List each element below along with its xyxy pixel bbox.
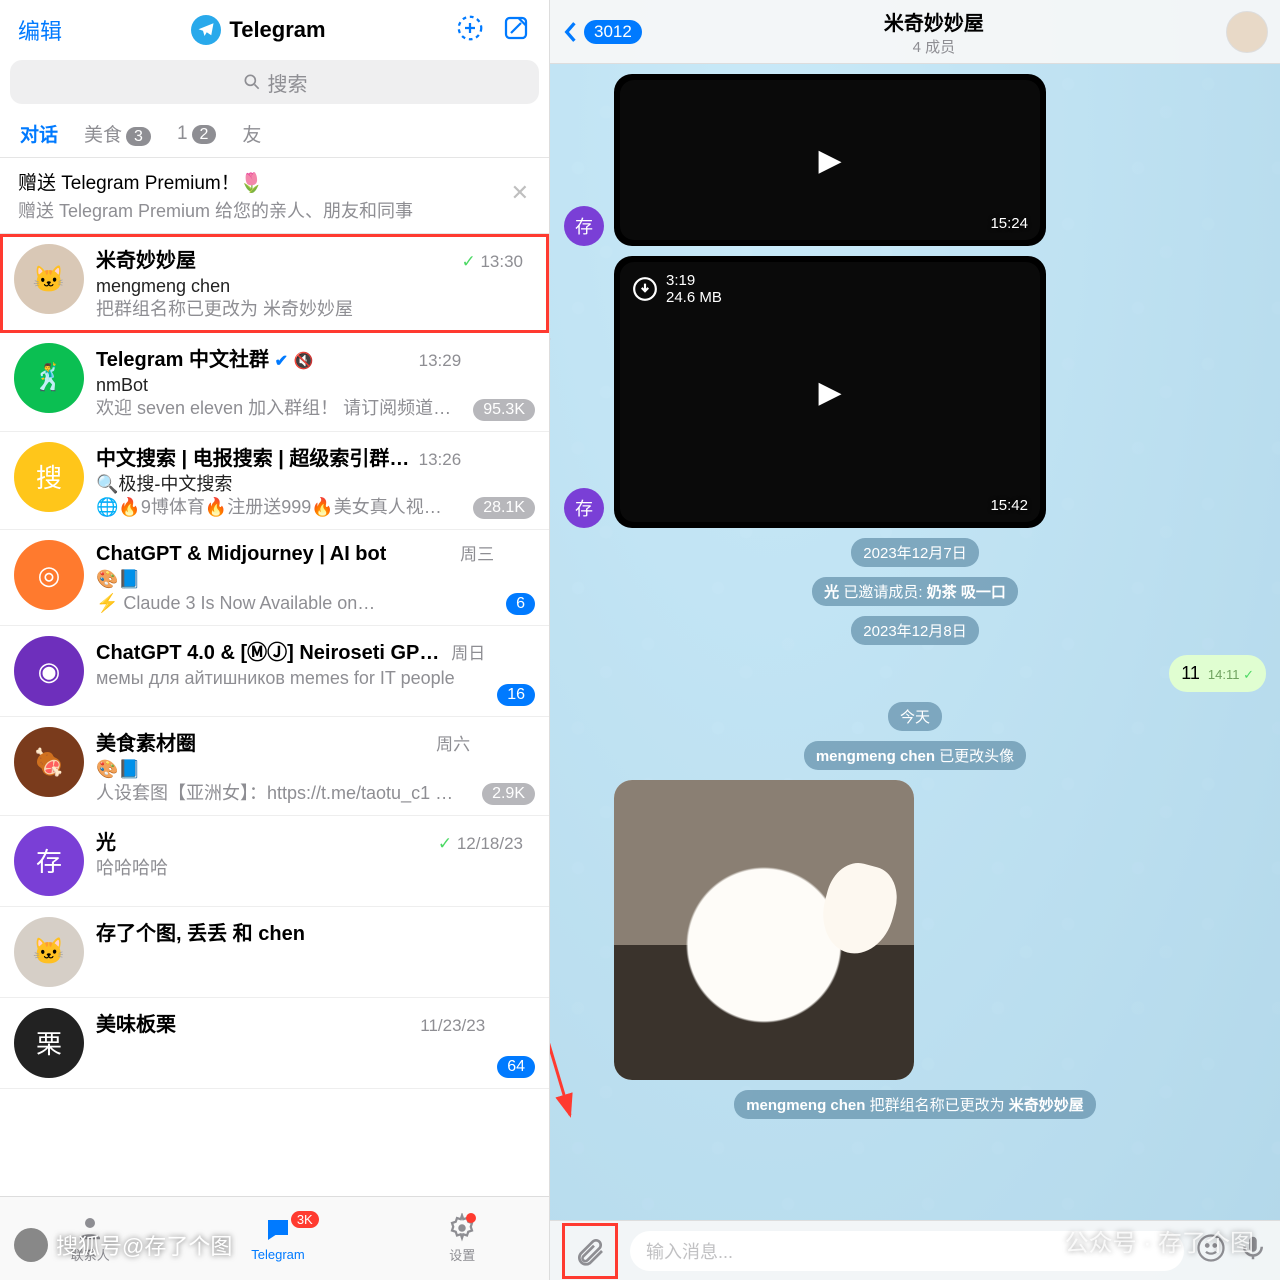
chat-row[interactable]: 🐱米奇妙妙屋✓ 13:30mengmeng chen 把群组名称已更改为 米奇妙… [0,234,549,333]
watermark-left: 搜狐号@存了个图 [14,1228,232,1262]
edit-button[interactable]: 编辑 [18,14,62,46]
avatar: 🍖 [14,727,84,797]
chat-list: 🐱米奇妙妙屋✓ 13:30mengmeng chen 把群组名称已更改为 米奇妙… [0,234,549,1196]
avatar: ◎ [14,540,84,610]
chat-row[interactable]: 🕺Telegram 中文社群 ✔︎ 🔇13:29nmBot欢迎 seven el… [0,333,549,432]
chat-title: 米奇妙妙屋 [650,7,1218,36]
chat-avatar[interactable] [1226,11,1268,53]
photo-message[interactable] [614,780,914,1080]
avatar: 🐱 [14,244,84,314]
chat-row[interactable]: 栗美味板栗11/23/2364 [0,998,549,1089]
chat-title-button[interactable]: 米奇妙妙屋 4 成员 [650,7,1218,57]
tab-settings[interactable]: 设置 [446,1213,478,1264]
promo-subtitle: 赠送 Telegram Premium 给您的亲人、朋友和同事 [18,197,487,223]
avatar: 搜 [14,442,84,512]
search-placeholder: 搜索 [268,68,308,97]
chat-subtitle: 4 成员 [650,36,1218,57]
folder-tab-1[interactable]: 12 [177,123,216,145]
unread-badge: 3K [291,1211,319,1228]
conversation-pane: 3012 米奇妙妙屋 4 成员 存 ▶15:24 存 [550,0,1280,1280]
promo-title: 赠送 Telegram Premium！🌷 [18,168,487,195]
avatar: 存 [14,826,84,896]
chat-row[interactable]: 搜中文搜索 | 电报搜索 | 超级索引群 🔇13:26🔍极搜-中文搜索🌐🔥9博体… [0,432,549,531]
compose-icon[interactable] [501,13,531,48]
attach-button[interactable] [562,1223,618,1279]
watermark-right: 公众号 · 存了个图 [1025,1223,1254,1258]
conversation-header: 3012 米奇妙妙屋 4 成员 [550,0,1280,64]
folder-tab-friends[interactable]: 友 [242,120,261,147]
date-separator: 今天 [888,702,942,731]
chat-row[interactable]: 存光✓ 12/18/23哈哈哈哈 [0,816,549,907]
premium-promo[interactable]: 赠送 Telegram Premium！🌷 赠送 Telegram Premiu… [0,158,549,234]
chat-list-pane: 编辑 Telegram 搜索 对话 [0,0,550,1280]
folder-tabs: 对话 美食3 12 友 [0,112,549,158]
chat-row[interactable]: ◉ChatGPT 4.0 & [ⓂⒿ] Neiroseti GPT 🤖周日мем… [0,626,549,717]
chat-row[interactable]: ◎ChatGPT & Midjourney | AI bot周三🎨📘 ⚡ Cla… [0,530,549,626]
video-message[interactable]: 3:1924.6 MB ▶15:42 [614,256,1046,528]
avatar: ◉ [14,636,84,706]
service-message: 光 已邀请成员: 奶茶 吸一口 [812,577,1018,606]
folder-tab-all[interactable]: 对话 [20,120,58,147]
back-button[interactable]: 3012 [562,20,642,44]
service-message: mengmeng chen 已更改头像 [804,741,1026,770]
chat-row[interactable]: 🍖美食素材圈周六🎨📘 人设套图【亚洲女】：https://t.me/taotu_… [0,717,549,816]
outgoing-message[interactable]: 11 14:11 ✓ [1169,655,1266,692]
telegram-logo-icon [191,15,221,45]
folder-tab-food[interactable]: 美食3 [84,120,151,147]
app-title: Telegram [229,17,325,43]
left-header: 编辑 Telegram [0,0,549,60]
sender-avatar-icon[interactable]: 存 [564,206,604,246]
chat-row[interactable]: 🐱存了个图, 丢丢 和 chen [0,907,549,998]
messages-area[interactable]: 存 ▶15:24 存 3:1924.6 MB ▶15:42 [550,64,1280,1220]
search-input[interactable]: 搜索 [10,60,539,104]
new-folder-icon[interactable] [455,13,485,48]
service-message: mengmeng chen 把群组名称已更改为 米奇妙妙屋 [734,1090,1096,1119]
date-separator: 2023年12月7日 [851,538,978,567]
date-separator: 2023年12月8日 [851,616,978,645]
sender-avatar-icon[interactable]: 存 [564,488,604,528]
avatar: 🕺 [14,343,84,413]
close-icon[interactable]: ✕ [511,180,529,206]
avatar: 栗 [14,1008,84,1078]
back-count-badge: 3012 [584,20,642,44]
video-message[interactable]: ▶15:24 [614,74,1046,246]
avatar: 🐱 [14,917,84,987]
tab-chats[interactable]: 3K Telegram [251,1215,304,1262]
